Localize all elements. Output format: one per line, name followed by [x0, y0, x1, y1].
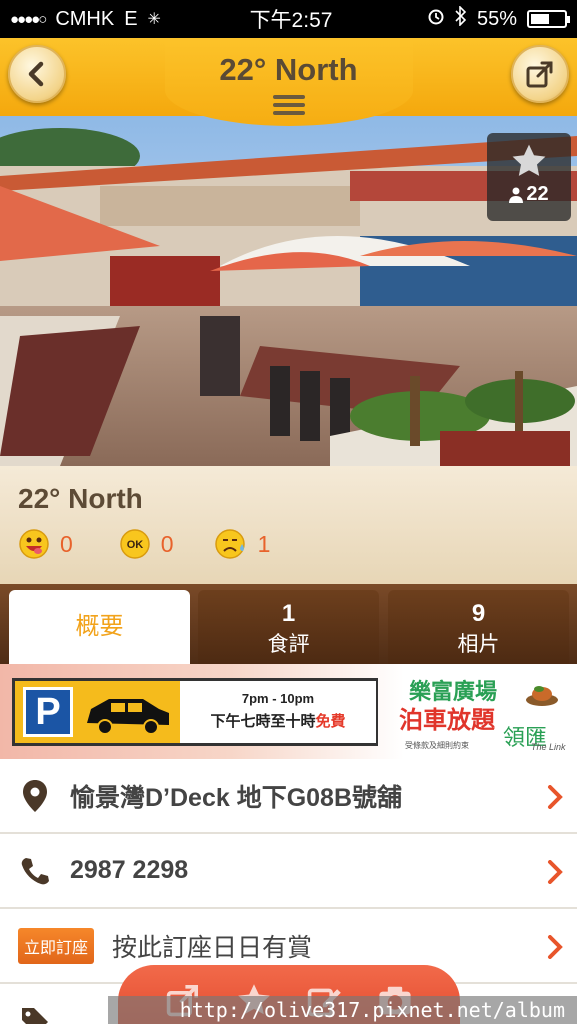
phone-icon — [21, 857, 49, 884]
ad-terms: 受條款及細則約束 — [405, 741, 469, 750]
rating-ok-count: 0 — [160, 530, 174, 557]
tab-reviews-label: 食評 — [267, 633, 310, 656]
ad-title-parking: 泊車放題 — [399, 707, 495, 734]
rating-ok[interactable]: OK 0 — [119, 528, 174, 560]
address-row[interactable]: 愉景灣D’Deck 地下G08B號舖 — [0, 759, 577, 834]
ad-banner[interactable]: P 7pm - 10pm 下午七時至十時免費 樂富廣場 泊車放題 受條款及細則約… — [0, 664, 577, 759]
status-time: 下午2:57 — [249, 9, 333, 32]
smile-face-icon — [19, 529, 49, 559]
network-label: E — [124, 7, 138, 30]
rating-summary: 0 OK 0 1 — [18, 528, 270, 560]
booking-text: 按此訂座日日有賞 — [112, 933, 313, 962]
battery-icon — [527, 10, 570, 28]
tab-photos-count: 9 — [471, 600, 486, 627]
status-bar: ●●●●○ CMHK E ✳ 下午2:57 55% — [0, 0, 577, 38]
carrier-label: CMHK — [55, 7, 115, 30]
chevron-right-icon — [548, 860, 563, 884]
svg-text:OK: OK — [127, 539, 144, 551]
share-button[interactable] — [511, 45, 569, 103]
ad-promo: 樂富廣場 泊車放題 受條款及細則約束 領匯 The Link — [385, 664, 577, 759]
tab-reviews[interactable]: 1 食評 — [198, 590, 379, 664]
favorite-count: 22 — [526, 183, 549, 205]
bluetooth-icon — [455, 5, 467, 32]
ad-time-zh: 下午七時至十時免費 — [210, 713, 346, 730]
dish-icon — [526, 686, 558, 706]
rating-sad[interactable]: 1 — [214, 528, 271, 560]
share-icon — [526, 61, 553, 88]
phone-number: 2987 2298 — [70, 856, 189, 884]
favorite-button[interactable]: 22 — [487, 133, 571, 221]
app-screen: ●●●●○ CMHK E ✳ 下午2:57 55% 22° North 22 2… — [0, 0, 577, 1024]
star-icon — [512, 144, 546, 176]
ad-time-en: 7pm - 10pm — [241, 691, 315, 706]
rating-smile[interactable]: 0 — [18, 528, 73, 560]
battery-percent: 55% — [476, 7, 517, 30]
section-tabs: 概要 1 食評 9 相片 — [0, 584, 577, 664]
restaurant-name: 22° North — [18, 483, 143, 514]
ad-brand-en: The Link — [531, 742, 566, 752]
ad-time-box: 7pm - 10pm 下午七時至十時免費 — [180, 681, 376, 743]
parking-letter: P — [23, 687, 73, 737]
address-text: 愉景灣D’Deck 地下G08B號舖 — [70, 783, 403, 812]
phone-row[interactable]: 2987 2298 — [0, 834, 577, 909]
tab-overview-label: 概要 — [75, 613, 124, 640]
tab-overview[interactable]: 概要 — [9, 590, 190, 664]
tab-photos-label: 相片 — [457, 633, 500, 656]
map-pin-icon — [23, 779, 47, 812]
tag-icon — [22, 1007, 48, 1024]
parking-sign: P 7pm - 10pm 下午七時至十時免費 — [12, 678, 378, 746]
chevron-right-icon — [548, 935, 563, 959]
car-icon — [87, 699, 169, 735]
alarm-icon — [427, 7, 445, 31]
rating-sad-count: 1 — [257, 530, 271, 557]
chevron-right-icon — [548, 785, 563, 809]
tab-photos[interactable]: 9 相片 — [388, 590, 569, 664]
sad-face-icon — [214, 529, 245, 559]
activity-spinner-icon: ✳ — [147, 11, 161, 28]
tab-reviews-count: 1 — [281, 600, 296, 627]
ok-face-icon: OK — [120, 529, 150, 559]
restaurant-header: 22° North 0 OK 0 1 — [0, 466, 577, 584]
person-icon — [509, 187, 524, 203]
hamburger-icon[interactable] — [273, 95, 305, 117]
rating-smile-count: 0 — [60, 530, 73, 557]
watermark: http://olive317.pixnet.net/album — [108, 996, 577, 1024]
ad-free-label: 免費 — [315, 713, 346, 730]
page-title: 22° North — [219, 52, 358, 87]
book-now-badge: 立即訂座 — [18, 927, 95, 964]
signal-dots-icon: ●●●●○ — [10, 10, 47, 28]
